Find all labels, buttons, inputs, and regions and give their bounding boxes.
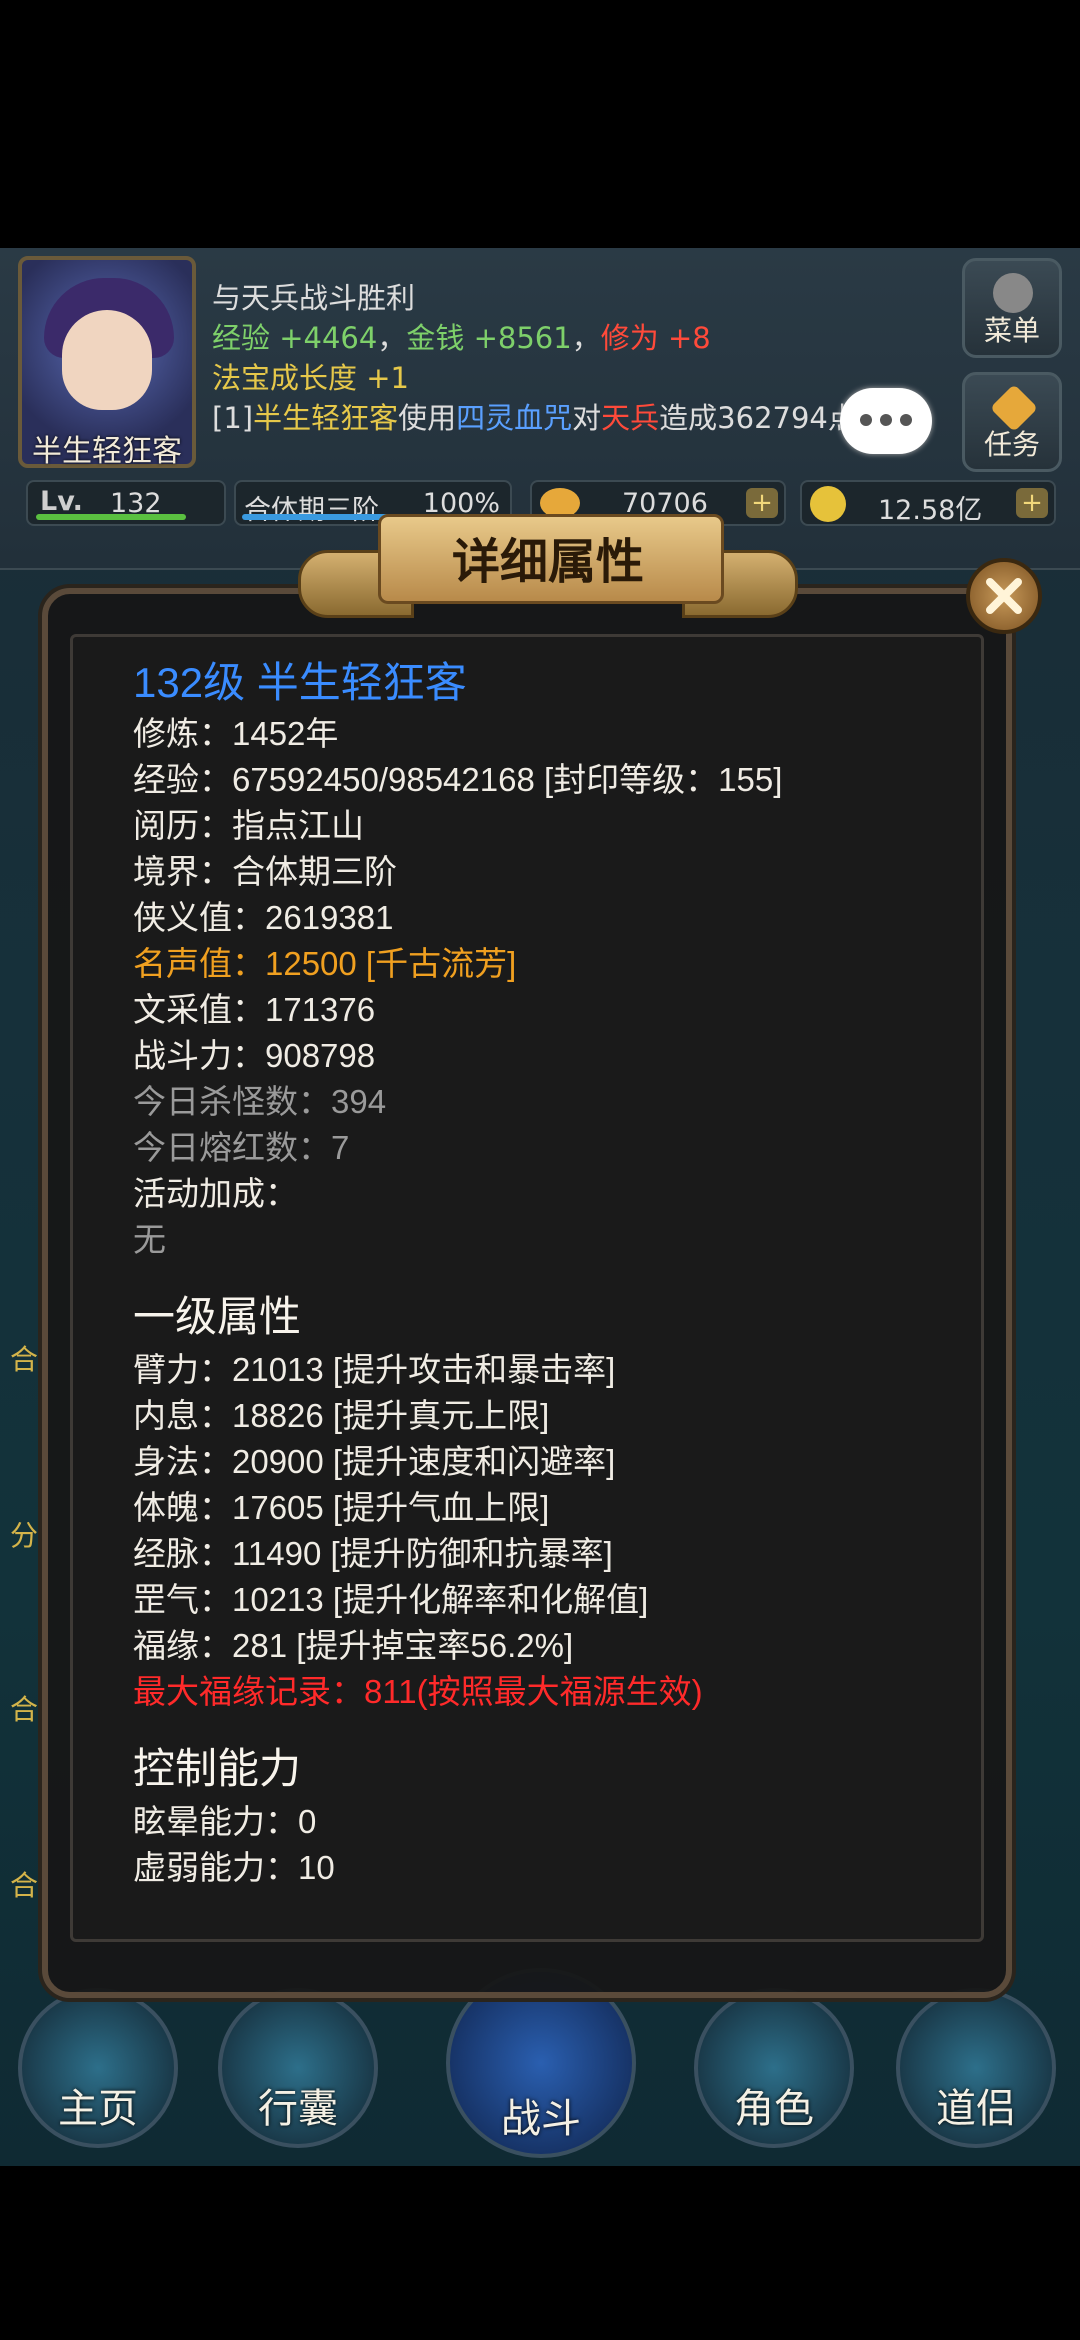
nav-home[interactable]: 主页 bbox=[18, 1988, 178, 2148]
log-line-3: 法宝成长度 +1 bbox=[212, 361, 409, 395]
attribute-content: 132级 半生轻狂客 修炼：1452年 经验：67592450/98542168… bbox=[133, 655, 933, 1891]
gold-add-button[interactable]: + bbox=[1016, 488, 1048, 518]
literary-row: 文采值：171376 bbox=[133, 991, 376, 1028]
physique-row: 体魄：17605 [提升气血上限] bbox=[133, 1489, 550, 1526]
luck-row: 福缘：281 [提升掉宝率56.2%] bbox=[133, 1627, 574, 1664]
side-label: 分 bbox=[10, 1519, 39, 1552]
menu-button[interactable]: 菜单 bbox=[962, 258, 1062, 358]
task-button[interactable]: 任务 bbox=[962, 372, 1062, 472]
gold-counter: 12.58亿 + bbox=[800, 480, 1056, 526]
gear-icon bbox=[993, 273, 1033, 313]
breath-row: 内息：18826 [提升真元上限] bbox=[133, 1397, 550, 1434]
realm-row: 境界：合体期三阶 bbox=[133, 853, 397, 890]
weaken-row: 虚弱能力：10 bbox=[133, 1849, 335, 1886]
melt-today-row: 今日熔红数：7 bbox=[133, 1129, 350, 1166]
modal-title-banner: 详细属性 bbox=[298, 510, 798, 618]
close-button[interactable] bbox=[966, 558, 1042, 634]
side-label: 合 bbox=[10, 1693, 39, 1726]
primary-attributes-heading: 一级属性 bbox=[133, 1293, 302, 1340]
gold-value: 12.58亿 bbox=[878, 495, 983, 526]
log-line-2: 经验 +4464，金钱 +8561，修为 +8 bbox=[212, 321, 711, 355]
gold-coin-icon bbox=[810, 486, 846, 522]
aura-row: 罡气：10213 [提升化解率和化解值] bbox=[133, 1581, 649, 1618]
attribute-scroll-area[interactable]: 132级 半生轻狂客 修炼：1452年 经验：67592450/98542168… bbox=[70, 634, 984, 1942]
level-progress bbox=[36, 514, 186, 520]
control-heading: 控制能力 bbox=[133, 1745, 302, 1792]
max-luck-row: 最大福缘记录：811(按照最大福源生效) bbox=[133, 1673, 703, 1710]
cultivation-row: 修炼：1452年 bbox=[133, 715, 339, 752]
player-name: 半生轻狂客 bbox=[32, 434, 182, 469]
player-header: 132级 半生轻狂客 bbox=[133, 659, 467, 706]
experience-level-row: 阅历：指点江山 bbox=[133, 807, 364, 844]
experience-row: 经验：67592450/98542168 [封印等级：155] bbox=[133, 761, 783, 798]
meridian-row: 经脉：11490 [提升防御和抗暴率] bbox=[133, 1535, 613, 1572]
stun-row: 眩晕能力：0 bbox=[133, 1803, 317, 1840]
nav-role[interactable]: 角色 bbox=[694, 1988, 854, 2148]
side-label: 合 bbox=[10, 1869, 39, 1902]
status-bar-area bbox=[0, 0, 1080, 248]
avatar-face bbox=[62, 310, 152, 410]
log-line-1: 与天兵战斗胜利 bbox=[212, 281, 416, 315]
level-bar: Lv. 132 bbox=[26, 480, 226, 526]
close-icon bbox=[986, 578, 1022, 614]
level-prefix: Lv. bbox=[40, 486, 83, 517]
side-label: 合 bbox=[10, 1343, 39, 1376]
log-line-4: [1]半生轻狂客使用四灵血咒对天兵造成362794点伤害 bbox=[212, 401, 915, 435]
attribute-modal: 132级 半生轻狂客 修炼：1452年 经验：67592450/98542168… bbox=[42, 588, 1012, 1998]
modal-title: 详细属性 bbox=[451, 534, 644, 590]
agility-row: 身法：20900 [提升速度和闪避率] bbox=[133, 1443, 616, 1480]
battle-log: 与天兵战斗胜利 经验 +4464，金钱 +8561，修为 +8 法宝成长度 +1… bbox=[212, 278, 932, 468]
system-nav-area bbox=[0, 2166, 1080, 2340]
event-bonus-row: 活动加成： bbox=[133, 1175, 298, 1212]
event-bonus-value: 无 bbox=[133, 1221, 166, 1258]
fame-row: 名声值：12500 [千古流芳] bbox=[133, 945, 517, 982]
kills-today-row: 今日杀怪数：394 bbox=[133, 1083, 387, 1120]
combat-power-row: 战斗力：908798 bbox=[133, 1037, 376, 1074]
nav-bag[interactable]: 行囊 bbox=[218, 1988, 378, 2148]
strength-row: 臂力：21013 [提升攻击和暴击率] bbox=[133, 1351, 616, 1388]
chivalry-row: 侠义值：2619381 bbox=[133, 899, 394, 936]
nav-partner[interactable]: 道侣 bbox=[896, 1988, 1056, 2148]
chat-bubble-icon[interactable] bbox=[840, 388, 932, 454]
